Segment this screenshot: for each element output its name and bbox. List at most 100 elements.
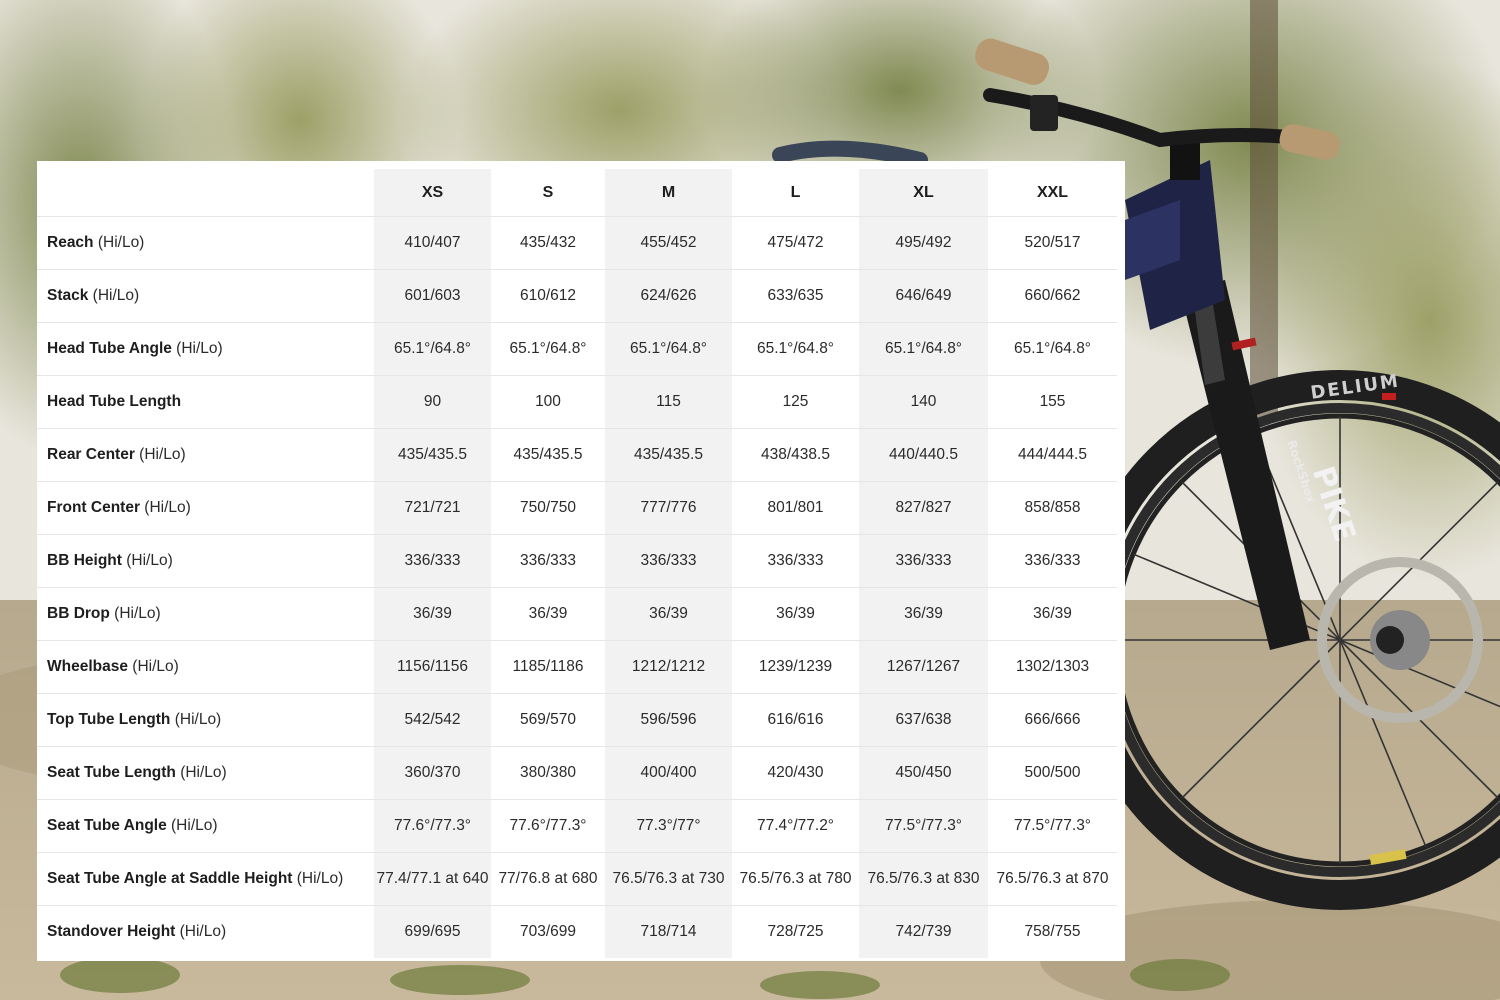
- table-cell: 660/662: [988, 269, 1117, 323]
- table-cell: 336/333: [491, 534, 605, 588]
- row-label-name: BB Drop: [47, 605, 110, 622]
- table-row: Head Tube Angle (Hi/Lo) 65.1°/64.8° 65.1°/…: [37, 322, 1117, 376]
- table-cell: 500/500: [988, 746, 1117, 800]
- row-label: Seat Tube Angle at Saddle Height (Hi/Lo): [37, 852, 374, 906]
- row-label-name: Stack: [47, 287, 89, 304]
- row-label: BB Height (Hi/Lo): [37, 534, 374, 588]
- table-cell: 36/39: [859, 587, 988, 641]
- table-cell: 1212/1212: [605, 640, 732, 694]
- row-label-name: Seat Tube Angle: [47, 817, 167, 834]
- table-cell: 637/638: [859, 693, 988, 747]
- row-label: Seat Tube Angle (Hi/Lo): [37, 799, 374, 853]
- row-label-name: Wheelbase: [47, 658, 128, 675]
- table-cell: 520/517: [988, 216, 1117, 270]
- table-cell: 440/440.5: [859, 428, 988, 482]
- geometry-table-panel: XS S M L XL XXL Reach (Hi/Lo) 410/407 435/…: [37, 161, 1125, 961]
- table-row: Wheelbase (Hi/Lo) 1156/1156 1185/1186 1212/…: [37, 640, 1117, 694]
- row-label-name: Seat Tube Length: [47, 764, 176, 781]
- row-label: Front Center (Hi/Lo): [37, 481, 374, 535]
- row-label-name: Head Tube Angle: [47, 340, 172, 357]
- table-cell: 624/626: [605, 269, 732, 323]
- table-cell: 155: [988, 375, 1117, 429]
- table-cell: 65.1°/64.8°: [374, 322, 491, 376]
- table-cell: 140: [859, 375, 988, 429]
- row-label-name: Reach: [47, 234, 94, 251]
- table-cell: 76.5/76.3 at 780: [732, 852, 859, 906]
- row-label-suffix: (Hi/Lo): [175, 923, 227, 940]
- table-row: Seat Tube Length (Hi/Lo) 360/370 380/380 40…: [37, 746, 1117, 800]
- table-cell: 76.5/76.3 at 730: [605, 852, 732, 906]
- table-cell: 77.6°/77.3°: [374, 799, 491, 853]
- row-label-suffix: (Hi/Lo): [175, 764, 227, 781]
- table-cell: 827/827: [859, 481, 988, 535]
- table-cell: 36/39: [732, 587, 859, 641]
- table-cell: 360/370: [374, 746, 491, 800]
- table-cell: 65.1°/64.8°: [859, 322, 988, 376]
- table-cell: 77.4/77.1 at 640: [374, 852, 491, 906]
- row-label: Head Tube Length: [37, 375, 374, 429]
- table-cell: 610/612: [491, 269, 605, 323]
- row-label: Stack (Hi/Lo): [37, 269, 374, 323]
- table-cell: 65.1°/64.8°: [605, 322, 732, 376]
- table-cell: 77.5°/77.3°: [988, 799, 1117, 853]
- table-cell: 777/776: [605, 481, 732, 535]
- table-cell: 750/750: [491, 481, 605, 535]
- table-cell: 336/333: [988, 534, 1117, 588]
- row-label: Seat Tube Length (Hi/Lo): [37, 746, 374, 800]
- table-row: Seat Tube Angle (Hi/Lo) 77.6°/77.3° 77.6°/…: [37, 799, 1117, 853]
- table-cell: 438/438.5: [732, 428, 859, 482]
- row-label: Wheelbase (Hi/Lo): [37, 640, 374, 694]
- row-label-suffix: (Hi/Lo): [88, 287, 140, 304]
- row-label: Top Tube Length (Hi/Lo): [37, 693, 374, 747]
- row-label: Head Tube Angle (Hi/Lo): [37, 322, 374, 376]
- row-label-name: Front Center: [47, 499, 140, 516]
- table-cell: 699/695: [374, 905, 491, 958]
- row-label-suffix: (Hi/Lo): [166, 817, 218, 834]
- table-cell: 801/801: [732, 481, 859, 535]
- table-cell: 77/76.8 at 680: [491, 852, 605, 906]
- table-cell: 400/400: [605, 746, 732, 800]
- size-header-s: S: [491, 169, 605, 217]
- table-cell: 601/603: [374, 269, 491, 323]
- table-cell: 36/39: [605, 587, 732, 641]
- table-cell: 728/725: [767, 923, 824, 940]
- table-cell: 90: [374, 375, 491, 429]
- row-label-suffix: (Hi/Lo): [121, 552, 173, 569]
- table-cell: 336/333: [859, 534, 988, 588]
- row-label-suffix: (Hi/Lo): [292, 870, 344, 887]
- table-row: Standover Height (Hi/Lo) 699/695 703/699 71…: [37, 905, 1117, 959]
- row-label-name: Standover Height: [47, 923, 176, 940]
- row-label-suffix: (Hi/Lo): [140, 499, 191, 516]
- table-cell: 475/472: [732, 216, 859, 270]
- table-cell: 633/635: [732, 269, 859, 323]
- table-cell: 616/616: [732, 693, 859, 747]
- geometry-table: XS S M L XL XXL Reach (Hi/Lo) 410/407 435/…: [37, 169, 1117, 958]
- row-label-name: Head Tube Length: [47, 393, 182, 410]
- row-label-suffix: (Hi/Lo): [127, 658, 179, 675]
- table-row: BB Drop (Hi/Lo) 36/39 36/39 36/39 36/39 36/39…: [37, 587, 1117, 641]
- table-row: Reach (Hi/Lo) 410/407 435/432 455/452 475/47…: [37, 216, 1117, 270]
- row-label-suffix: (Hi/Lo): [93, 234, 145, 251]
- table-row: Seat Tube Angle at Saddle Height (Hi/Lo)…: [37, 852, 1117, 906]
- table-cell: 858/858: [988, 481, 1117, 535]
- table-cell: 569/570: [491, 693, 605, 747]
- row-label-suffix: (Hi/Lo): [171, 340, 223, 357]
- table-cell: 410/407: [374, 216, 491, 270]
- table-cell: 1302/1303: [988, 640, 1117, 694]
- header-corner-cell: [37, 169, 374, 217]
- table-cell: 742/739: [859, 905, 988, 958]
- table-row: Rear Center (Hi/Lo) 435/435.5 435/435.5 435…: [37, 428, 1117, 482]
- table-cell: 420/430: [732, 746, 859, 800]
- table-cell: 721/721: [374, 481, 491, 535]
- table-cell: 435/435.5: [605, 428, 732, 482]
- row-label-name: BB Height: [47, 552, 122, 569]
- row-label: Standover Height (Hi/Lo): [37, 906, 374, 959]
- table-cell: 435/432: [491, 216, 605, 270]
- row-label-suffix: (Hi/Lo): [134, 446, 186, 463]
- geometry-chart-image: DELIUM RockShox PIKE XS S M L XL XXL Rea…: [0, 0, 1500, 1000]
- table-cell: 666/666: [988, 693, 1117, 747]
- row-label-suffix: (Hi/Lo): [109, 605, 161, 622]
- row-label: Rear Center (Hi/Lo): [37, 428, 374, 482]
- table-cell: 495/492: [859, 216, 988, 270]
- table-cell: 596/596: [605, 693, 732, 747]
